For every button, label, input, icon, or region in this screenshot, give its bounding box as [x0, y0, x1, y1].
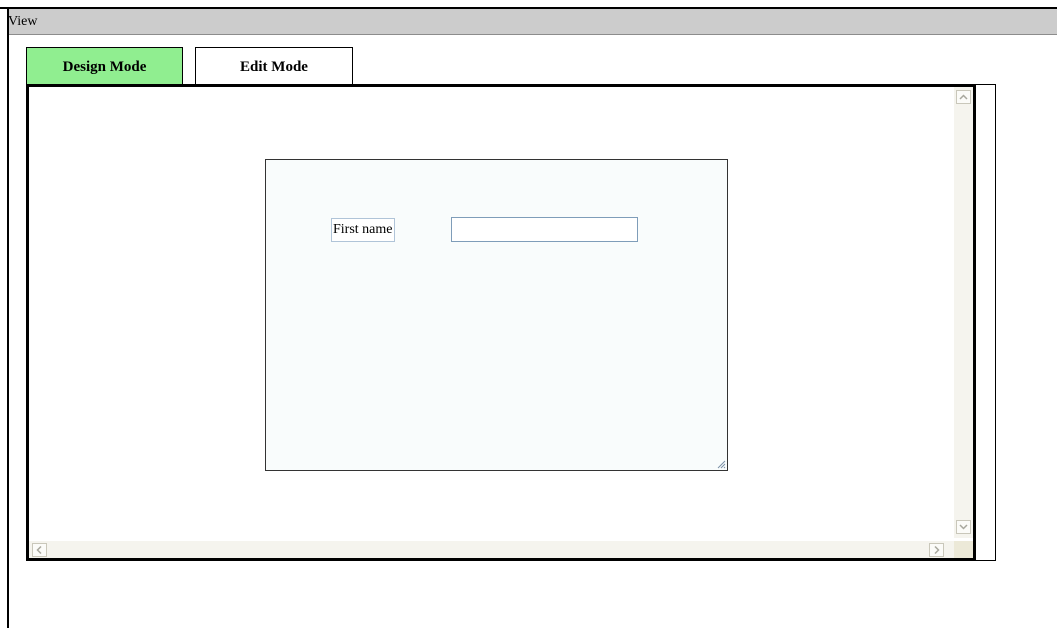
first-name-input[interactable]: [451, 217, 638, 242]
tab-edit-mode[interactable]: Edit Mode: [195, 47, 353, 85]
view-menu-label[interactable]: View: [8, 14, 37, 29]
tab-design-mode[interactable]: Design Mode: [26, 47, 183, 85]
scroll-down-icon[interactable]: [956, 520, 971, 534]
view-menu-bar[interactable]: View: [7, 9, 1057, 35]
form-design-area[interactable]: First name: [265, 159, 728, 471]
left-border: [7, 9, 9, 628]
vertical-scrollbar[interactable]: [954, 87, 973, 538]
scroll-right-icon[interactable]: [929, 543, 944, 557]
horizontal-scrollbar[interactable]: [29, 541, 973, 558]
scroll-up-icon[interactable]: [956, 90, 971, 104]
resize-grip-icon[interactable]: [716, 459, 726, 469]
first-name-label[interactable]: First name: [331, 218, 395, 242]
scrollbar-corner: [954, 541, 973, 558]
scroll-left-icon[interactable]: [32, 543, 47, 557]
